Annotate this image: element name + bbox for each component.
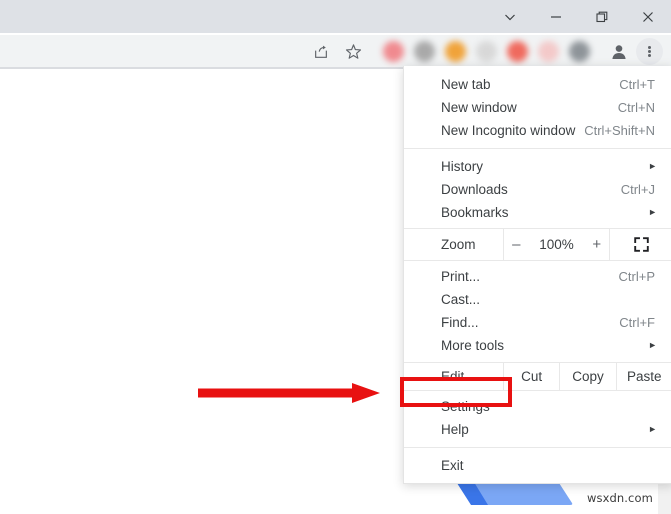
menu-item-label: Find...: [441, 315, 479, 330]
extension-icon-3[interactable]: [445, 41, 466, 62]
extension-icon-4[interactable]: [476, 41, 497, 62]
zoom-out-button[interactable]: –: [509, 236, 523, 253]
menu-item-label: Cast...: [441, 292, 481, 307]
extension-icon-7[interactable]: [569, 41, 590, 62]
annotation-arrow: [198, 383, 380, 403]
chevron-down-icon[interactable]: [487, 0, 533, 33]
menu-item-label: Exit: [441, 458, 464, 473]
minimize-icon[interactable]: [533, 0, 579, 33]
menu-item-label: Bookmarks: [441, 205, 509, 220]
menu-item-label: More tools: [441, 338, 505, 353]
extension-icon-6[interactable]: [538, 41, 559, 62]
close-icon[interactable]: [625, 0, 671, 33]
share-icon[interactable]: [309, 40, 332, 63]
menu-item-label: New tab: [441, 77, 491, 92]
menu-item-label: Help: [441, 422, 469, 437]
chevron-right-icon: ►: [648, 161, 657, 171]
zoom-label: Zoom: [441, 237, 476, 252]
menu-item-shortcut: Ctrl+T: [619, 77, 655, 92]
watermark-text: wsxdn.com: [587, 491, 653, 505]
menu-item-label: New window: [441, 100, 517, 115]
menu-item-shortcut: Ctrl+F: [619, 315, 655, 330]
fullscreen-icon[interactable]: [610, 229, 671, 260]
menu-separator: [404, 148, 671, 149]
menu-separator: [404, 447, 671, 448]
annotation-highlight-settings: [400, 377, 512, 407]
menu-item-shortcut: Ctrl+P: [618, 269, 655, 284]
window-controls: [487, 0, 671, 33]
profile-avatar-icon[interactable]: [607, 40, 631, 64]
menu-dot: [648, 45, 651, 49]
chevron-right-icon: ►: [648, 207, 657, 217]
copy-button[interactable]: Copy: [559, 363, 615, 390]
menu-item-more-tools[interactable]: More tools ►: [404, 334, 671, 357]
menu-item-new-tab[interactable]: New tab Ctrl+T: [404, 73, 671, 96]
zoom-controls: – 100% +: [503, 229, 610, 260]
menu-item-shortcut: Ctrl+N: [617, 100, 655, 115]
menu-dot: [648, 54, 651, 58]
menu-item-bookmarks[interactable]: Bookmarks ►: [404, 201, 671, 224]
menu-item-exit[interactable]: Exit: [404, 454, 671, 477]
menu-item-label: History: [441, 159, 484, 174]
menu-item-shortcut: Ctrl+J: [620, 182, 655, 197]
zoom-in-button[interactable]: +: [590, 236, 604, 253]
menu-item-label: New Incognito window: [441, 123, 576, 138]
menu-item-cast[interactable]: Cast...: [404, 288, 671, 311]
omnibox-pill: [0, 73, 366, 100]
menu-item-new-incognito-window[interactable]: New Incognito window Ctrl+Shift+N: [404, 119, 671, 142]
maximize-restore-icon[interactable]: [579, 0, 625, 33]
paste-button[interactable]: Paste: [615, 363, 671, 390]
menu-item-find[interactable]: Find... Ctrl+F: [404, 311, 671, 334]
chevron-right-icon: ►: [648, 424, 657, 434]
menu-item-help[interactable]: Help ►: [404, 418, 671, 441]
chrome-main-menu: New tab Ctrl+T New window Ctrl+N New Inc…: [403, 66, 671, 484]
three-dot-menu-icon[interactable]: [636, 38, 663, 65]
menu-zoom-row: Zoom – 100% +: [404, 228, 671, 261]
menu-item-history[interactable]: History ►: [404, 155, 671, 178]
star-icon[interactable]: [342, 40, 365, 63]
menu-item-print[interactable]: Print... Ctrl+P: [404, 265, 671, 288]
window-titlebar: [0, 0, 671, 33]
menu-item-label: Downloads: [441, 182, 508, 197]
extension-icon-1[interactable]: [383, 41, 404, 62]
menu-item-downloads[interactable]: Downloads Ctrl+J: [404, 178, 671, 201]
extension-icon-5[interactable]: [507, 41, 528, 62]
menu-item-shortcut: Ctrl+Shift+N: [584, 123, 655, 138]
zoom-level-value: 100%: [539, 237, 574, 252]
menu-dot: [648, 50, 651, 53]
extension-icon-2[interactable]: [414, 41, 435, 62]
menu-item-label: Print...: [441, 269, 481, 284]
chevron-right-icon: ►: [648, 340, 657, 350]
menu-item-new-window[interactable]: New window Ctrl+N: [404, 96, 671, 119]
